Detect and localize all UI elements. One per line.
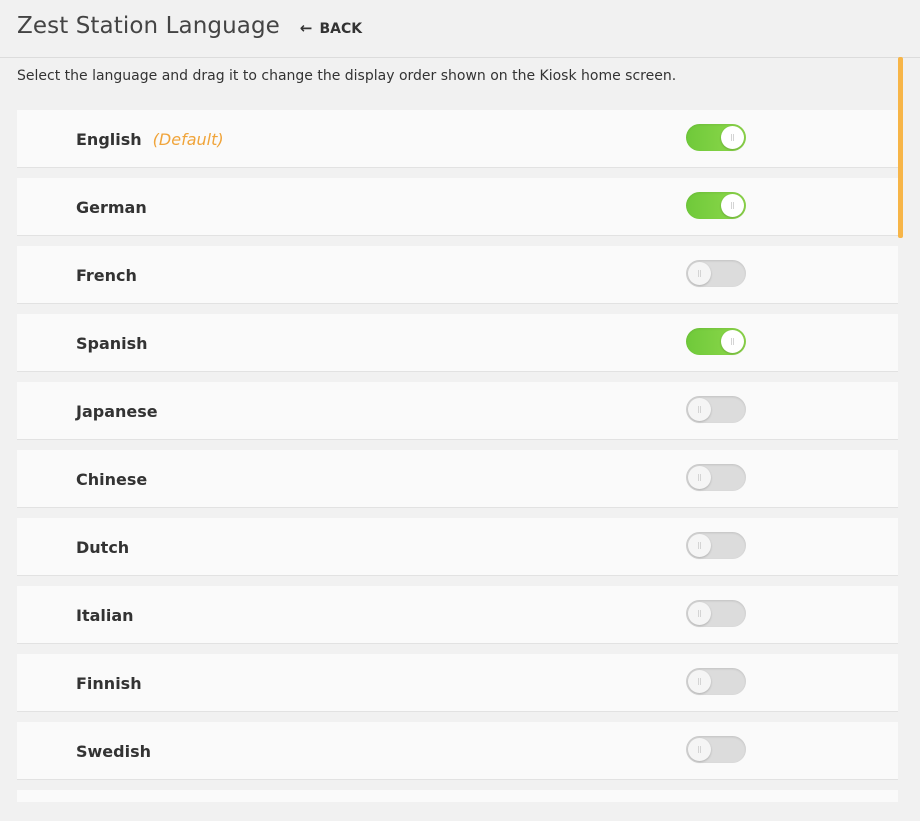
toggle-knob [721,330,744,353]
language-label: English (Default) [76,110,224,168]
back-button[interactable]: ← BACK [300,21,362,37]
language-toggle[interactable] [686,464,746,491]
toggle-knob [721,194,744,217]
language-name: French [76,265,137,285]
language-name: Italian [76,605,134,625]
language-row-japanese[interactable]: Japanese [17,382,898,440]
language-toggle[interactable] [686,668,746,695]
toggle-knob [688,262,711,285]
language-toggle[interactable] [686,192,746,219]
language-toggle[interactable] [686,532,746,559]
language-row-french[interactable]: French [17,246,898,304]
language-name: Swedish [76,741,152,761]
toggle-knob [721,126,744,149]
language-row-german[interactable]: German [17,178,898,236]
instructions-text: Select the language and drag it to chang… [17,68,677,84]
toggle-knob [688,534,711,557]
toggle-knob [688,602,711,625]
language-toggle[interactable] [686,328,746,355]
language-label: Dutch [76,518,129,576]
page-header: Zest Station Language ← BACK [0,0,920,58]
language-name: German [76,197,147,217]
language-toggle[interactable] [686,600,746,627]
page-title: Zest Station Language [17,13,280,39]
default-badge: (Default) [152,129,224,149]
language-row-chinese[interactable]: Chinese [17,450,898,508]
language-list: English (Default) German French Spanish Japan… [17,110,898,802]
language-label: Japanese [76,382,158,440]
language-row-english[interactable]: English (Default) [17,110,898,168]
language-name: Chinese [76,469,148,489]
language-label: Swedish [76,722,151,780]
toggle-knob [688,466,711,489]
language-toggle[interactable] [686,736,746,763]
language-name: Spanish [76,333,148,353]
language-row-finnish[interactable]: Finnish [17,654,898,712]
language-toggle[interactable] [686,124,746,151]
language-name: Japanese [76,401,158,421]
language-name: English [76,129,142,149]
arrow-left-icon: ← [299,19,313,37]
language-row-dutch[interactable]: Dutch [17,518,898,576]
language-label: Chinese [76,450,147,508]
toggle-knob [688,738,711,761]
list-item[interactable] [17,790,898,802]
language-label: Finnish [76,654,142,712]
language-label: Italian [76,586,134,644]
toggle-knob [688,398,711,421]
scrollbar[interactable] [898,57,903,238]
toggle-knob [688,670,711,693]
language-row-spanish[interactable]: Spanish [17,314,898,372]
language-label: Spanish [76,314,148,372]
language-label: French [76,246,137,304]
language-name: Dutch [76,537,130,557]
back-label: BACK [319,20,363,37]
language-label: German [76,178,147,236]
language-row-italian[interactable]: Italian [17,586,898,644]
language-toggle[interactable] [686,396,746,423]
language-row-swedish[interactable]: Swedish [17,722,898,780]
language-toggle[interactable] [686,260,746,287]
language-name: Finnish [76,673,142,693]
